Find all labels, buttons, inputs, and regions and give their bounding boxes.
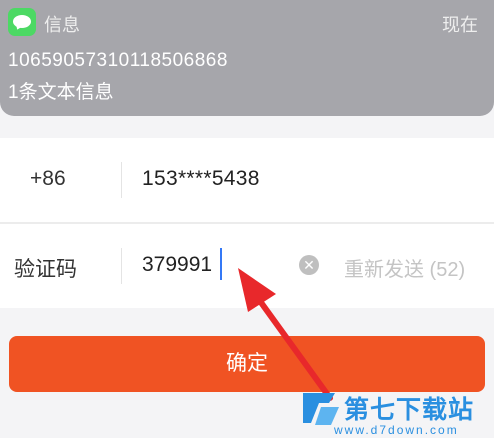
phone-number: 153****5438 [142,167,260,190]
watermark-logo [301,389,341,427]
notification-body: 1条文本信息 [8,82,114,103]
verification-code-label: 验证码 [14,258,77,281]
confirm-button[interactable]: 确定 [9,336,485,392]
verification-code-row: 验证码 ✕ 重新发送 (52) [0,224,494,308]
resend-code-button[interactable]: 重新发送 (52) [344,253,465,282]
text-caret [220,248,222,280]
notification-app-name: 信息 [44,15,80,35]
notification-sender: 10659057310118506868 [8,50,228,71]
sms-notification-banner[interactable]: 信息 现在 10659057310118506868 1条文本信息 [0,0,494,116]
watermark-url: www.d7down.com [334,423,459,437]
clear-icon[interactable]: ✕ [299,255,319,275]
notification-time: 现在 [442,15,478,35]
row-separator [121,248,122,284]
verification-code-input[interactable] [142,250,292,280]
phone-row: +86 153****5438 [0,138,494,222]
messages-icon [8,8,36,36]
row-separator [121,162,122,198]
country-code[interactable]: +86 [30,167,66,191]
watermark-title: 第七下载站 [344,396,475,424]
